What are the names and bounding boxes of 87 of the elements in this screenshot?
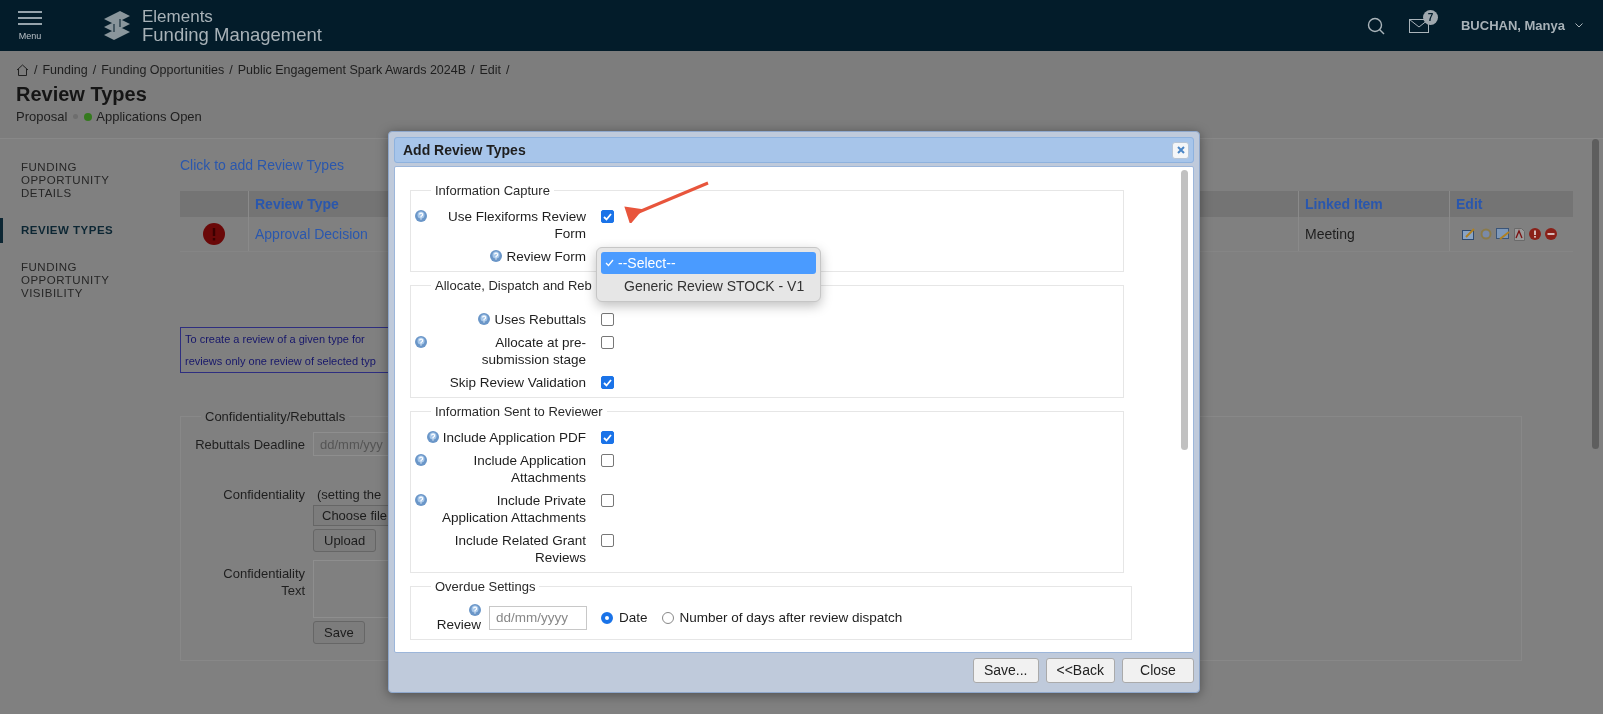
breadcrumb-link[interactable]: Edit bbox=[479, 63, 502, 77]
radio-label: Number of days after review dispatch bbox=[679, 610, 903, 625]
field-label: Rebuttals Deadline bbox=[194, 436, 305, 454]
checkbox[interactable] bbox=[601, 431, 614, 444]
date-field[interactable]: dd/mm/yyyy bbox=[489, 605, 587, 630]
dialog-button[interactable]: Close bbox=[1122, 657, 1194, 683]
breadcrumb-link[interactable]: Public Engagement Spark Awards 2024B bbox=[237, 63, 467, 77]
field-label: Include Related Grant Reviews bbox=[453, 532, 586, 566]
dialog-title: Add Review Types bbox=[403, 142, 526, 158]
checkbox[interactable] bbox=[601, 534, 614, 547]
breadcrumb-separator: / bbox=[471, 63, 475, 77]
checkbox[interactable] bbox=[601, 494, 614, 507]
brand-product: Funding Management bbox=[142, 25, 322, 44]
check-icon bbox=[605, 259, 614, 267]
alert-icon[interactable] bbox=[1529, 228, 1541, 240]
radio-button[interactable] bbox=[661, 611, 674, 624]
field-label: Review bbox=[436, 616, 481, 633]
dialog-button[interactable]: Save... bbox=[972, 657, 1039, 683]
scrollbar[interactable] bbox=[1592, 139, 1599, 449]
breadcrumb-link[interactable]: Funding Opportunities bbox=[101, 63, 225, 77]
dialog-button[interactable]: <<Back bbox=[1045, 657, 1115, 683]
save-button[interactable]: Save bbox=[313, 621, 365, 644]
section-legend: Overdue Settings bbox=[431, 579, 540, 594]
section-legend: Allocate, Dispatch and Reb bbox=[431, 278, 596, 293]
field-label: Include Application Attachments bbox=[472, 452, 586, 486]
radio-button[interactable] bbox=[601, 611, 613, 624]
breadcrumb-separator: / bbox=[92, 63, 97, 77]
chevron-icon bbox=[1575, 23, 1583, 28]
search-icon[interactable] bbox=[1367, 16, 1385, 35]
help-icon[interactable] bbox=[426, 431, 439, 443]
checkbox[interactable] bbox=[601, 336, 614, 349]
status-dot bbox=[84, 112, 93, 121]
record-type: Proposal bbox=[16, 109, 68, 124]
close-button[interactable] bbox=[1172, 141, 1189, 159]
table-cell: Meeting bbox=[1299, 217, 1450, 251]
field-label: Confidentiality Text bbox=[222, 565, 305, 600]
pdf-icon[interactable] bbox=[1514, 227, 1525, 241]
page-title: Review Types bbox=[16, 83, 148, 106]
field-label: Uses Rebuttals bbox=[494, 311, 586, 328]
scrollbar[interactable] bbox=[1181, 170, 1188, 450]
field-label: Allocate at pre-submission stage bbox=[480, 334, 586, 368]
breadcrumb-separator: / bbox=[506, 63, 510, 77]
help-icon[interactable] bbox=[469, 604, 481, 616]
section-legend: Information Sent to Reviewer bbox=[431, 404, 607, 419]
status-label: Applications Open bbox=[96, 109, 202, 124]
field-label: Skip Review Validation bbox=[449, 374, 586, 391]
notification-badge: 7 bbox=[1423, 9, 1438, 25]
help-icon[interactable] bbox=[415, 494, 427, 506]
brand-name: Elements bbox=[142, 7, 214, 26]
help-icon[interactable] bbox=[415, 210, 427, 222]
section-legend: Information Capture bbox=[431, 183, 554, 198]
breadcrumb-separator: / bbox=[229, 63, 233, 77]
radio-label: Date bbox=[619, 610, 648, 625]
note-text: (setting the bbox=[316, 486, 382, 502]
mail-icon[interactable] bbox=[1409, 18, 1429, 33]
field-label: Confidentiality bbox=[222, 486, 305, 504]
breadcrumb-link[interactable]: Funding bbox=[42, 63, 88, 77]
home-icon[interactable] bbox=[16, 64, 29, 76]
form-edit-icon[interactable] bbox=[1496, 228, 1510, 240]
help-icon[interactable] bbox=[490, 250, 503, 262]
checkbox[interactable] bbox=[601, 376, 614, 389]
dropdown-option[interactable]: --Select-- bbox=[601, 252, 816, 274]
info-text: To create a review of a given type for bbox=[185, 333, 365, 345]
warning-icon bbox=[203, 223, 225, 245]
help-icon[interactable] bbox=[415, 336, 427, 348]
help-icon[interactable] bbox=[478, 313, 491, 325]
field-label: Use Flexiforms Review Form bbox=[446, 208, 586, 242]
edit-icon[interactable] bbox=[1462, 228, 1476, 240]
checkbox[interactable] bbox=[601, 454, 614, 467]
sidebar-item[interactable]: FUNDING OPPORTUNITY DETAILS bbox=[0, 159, 121, 202]
breadcrumb-separator: / bbox=[34, 63, 38, 77]
user-menu[interactable]: BUCHAN, Manya bbox=[1461, 18, 1565, 33]
help-icon[interactable] bbox=[415, 454, 427, 466]
menu-button[interactable]: Menu bbox=[18, 10, 42, 41]
sidebar-item[interactable]: FUNDING OPPORTUNITY VISIBILITY bbox=[0, 259, 121, 302]
menu-icon bbox=[18, 10, 42, 25]
upload-button[interactable]: Upload bbox=[313, 529, 377, 552]
close-icon bbox=[1176, 146, 1185, 154]
field-label: Include Private Application Attachments bbox=[440, 492, 586, 526]
field-label: Review Form bbox=[506, 248, 586, 265]
section-legend: Confidentiality/Rebuttals bbox=[201, 409, 350, 424]
checkbox[interactable] bbox=[601, 210, 614, 223]
remove-icon[interactable] bbox=[1545, 228, 1557, 240]
info-text: reviews only one review of selected typ bbox=[185, 355, 376, 367]
dropdown-option[interactable]: Generic Review STOCK - V1 bbox=[601, 275, 816, 297]
checkbox[interactable] bbox=[601, 313, 614, 326]
sidebar-item[interactable]: REVIEW TYPES bbox=[0, 218, 141, 243]
